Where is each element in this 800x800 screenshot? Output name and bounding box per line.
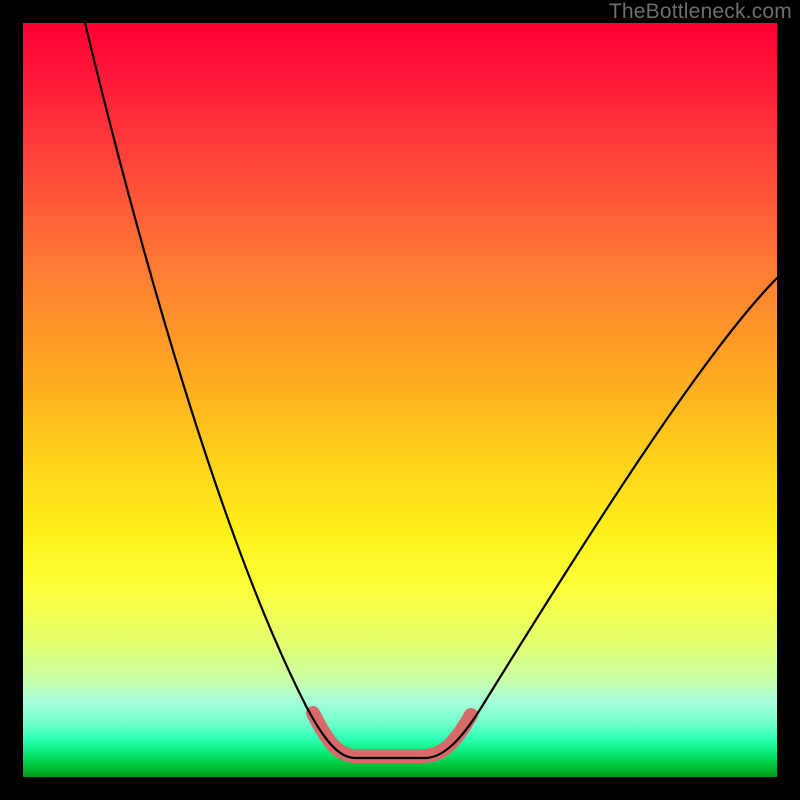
watermark-text: TheBottleneck.com [609, 0, 792, 24]
main-curve [85, 23, 777, 758]
plot-area [23, 23, 777, 777]
chart-frame: TheBottleneck.com [0, 0, 800, 800]
plot-svg [23, 23, 777, 777]
